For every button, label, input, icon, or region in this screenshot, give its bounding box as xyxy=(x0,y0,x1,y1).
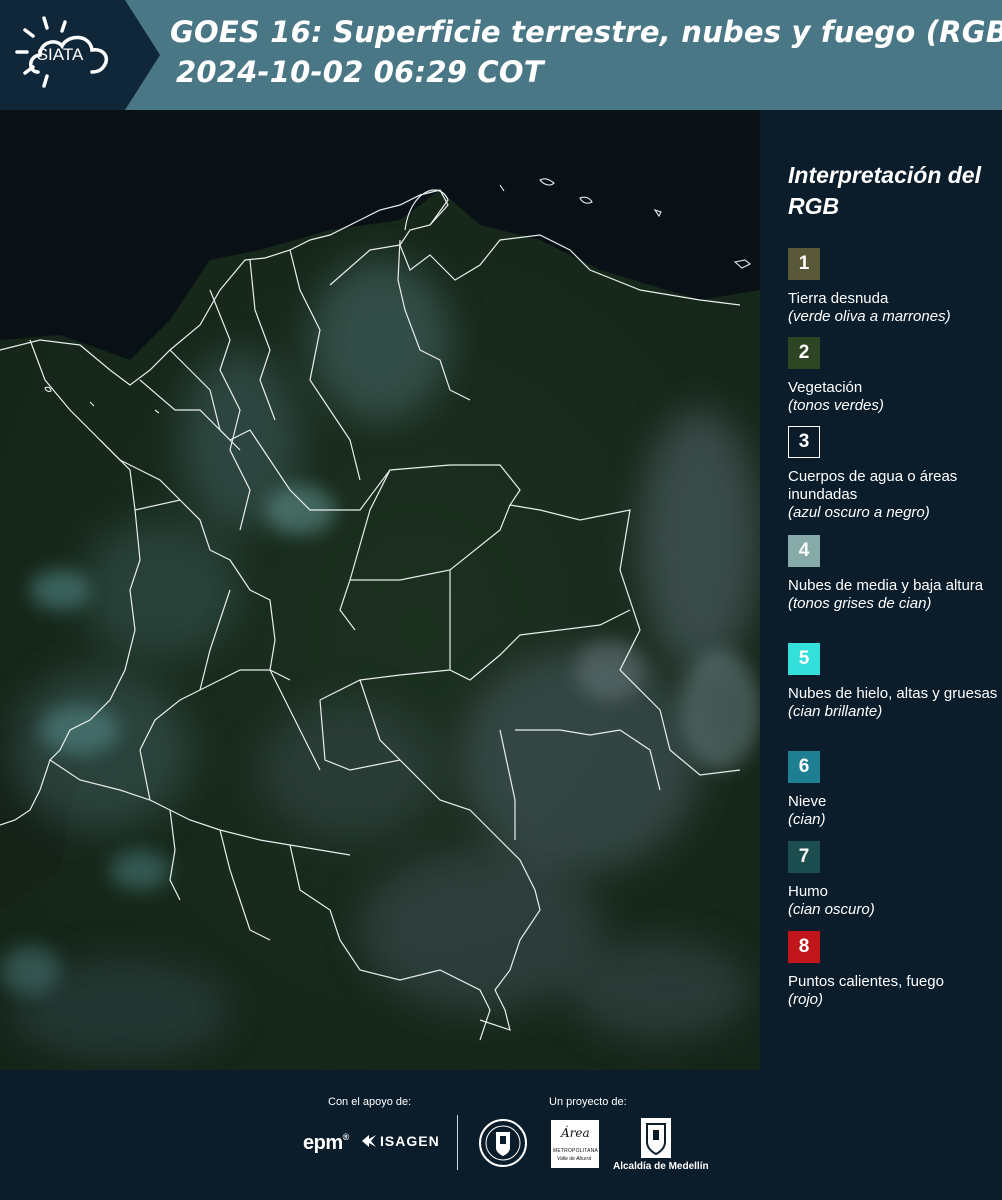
legend-item-fire: 8 Puntos calientes, fuego (rojo) xyxy=(788,931,998,1009)
legend-label: Tierra desnuda xyxy=(788,290,889,307)
legend-item-ice-clouds: 5 Nubes de hielo, altas y gruesas (cian … xyxy=(788,643,998,721)
legend-swatch: 6 xyxy=(788,751,820,783)
legend-label: Nubes de media y baja altura xyxy=(788,577,984,594)
legend-label: Puntos calientes, fuego xyxy=(788,973,944,990)
page-title: GOES 16: Superficie terrestre, nubes y f… xyxy=(170,15,1002,49)
legend-desc: (azul oscuro a negro) xyxy=(788,504,930,521)
legend-label: Nubes de hielo, altas y gruesas xyxy=(788,685,998,702)
legend-swatch: 1 xyxy=(788,248,820,280)
footer: Con el apoyo de: Un proyecto de: epm® IS… xyxy=(0,1070,1002,1200)
legend-item-smoke: 7 Humo (cian oscuro) xyxy=(788,841,998,919)
legend-item-bare-soil: 1 Tierra desnuda (verde oliva a marrones… xyxy=(788,248,998,326)
legend-swatch: 5 xyxy=(788,643,820,675)
legend-swatch: 3 xyxy=(788,426,820,458)
legend-desc: (cian oscuro) xyxy=(788,901,875,918)
legend-desc: (rojo) xyxy=(788,991,824,1008)
legend-panel: Interpretación del RGB 1 Tierra desnuda … xyxy=(760,110,1002,1070)
legend-label: Nieve xyxy=(788,793,827,810)
legend-title: Interpretación del RGB xyxy=(788,162,981,219)
legend-swatch: 8 xyxy=(788,931,820,963)
epm-logo: epm® xyxy=(303,1132,349,1154)
timestamp: 2024-10-02 06:29 COT xyxy=(176,55,544,89)
legend-label: Humo xyxy=(788,883,829,900)
project-caption: Un proyecto de: xyxy=(549,1096,627,1108)
legend-swatch: 2 xyxy=(788,337,820,369)
svg-text:SIATA: SIATA xyxy=(37,45,84,64)
legend-swatch: 7 xyxy=(788,841,820,873)
legend-desc: (cian brillante) xyxy=(788,703,883,720)
legend-item-snow: 6 Nieve (cian) xyxy=(788,751,998,829)
header-bar: SIATA GOES 16: Superficie terrestre, nub… xyxy=(0,0,1002,110)
medellin-crest-icon xyxy=(641,1118,671,1163)
isagen-icon xyxy=(362,1135,376,1147)
isagen-logo: ISAGEN xyxy=(360,1133,440,1149)
legend-item-low-clouds: 4 Nubes de media y baja altura (tonos gr… xyxy=(788,535,998,613)
footer-divider xyxy=(457,1115,458,1170)
legend-desc: (cian) xyxy=(788,811,826,828)
legend-desc: (tonos grises de cian) xyxy=(788,595,932,612)
satellite-map[interactable] xyxy=(0,110,760,1070)
support-caption: Con el apoyo de: xyxy=(328,1096,412,1108)
area-metropolitana-logo: Área METROPOLITANA Valle de Aburrá xyxy=(551,1120,599,1168)
legend-item-water: 3 Cuerpos de agua o áreas inundadas (azu… xyxy=(788,426,998,522)
legend-desc: (verde oliva a marrones) xyxy=(788,308,951,325)
legend-swatch: 4 xyxy=(788,535,820,567)
alcaldia-text: Alcaldía de Medellín xyxy=(613,1161,709,1172)
legend-desc: (tonos verdes) xyxy=(788,397,884,414)
antioquia-seal-icon xyxy=(478,1118,528,1173)
legend-label: Vegetación xyxy=(788,379,863,396)
siata-logo: SIATA xyxy=(0,0,160,110)
legend-label: Cuerpos de agua o áreas inundadas xyxy=(788,468,958,503)
legend-item-vegetation: 2 Vegetación (tonos verdes) xyxy=(788,337,998,415)
